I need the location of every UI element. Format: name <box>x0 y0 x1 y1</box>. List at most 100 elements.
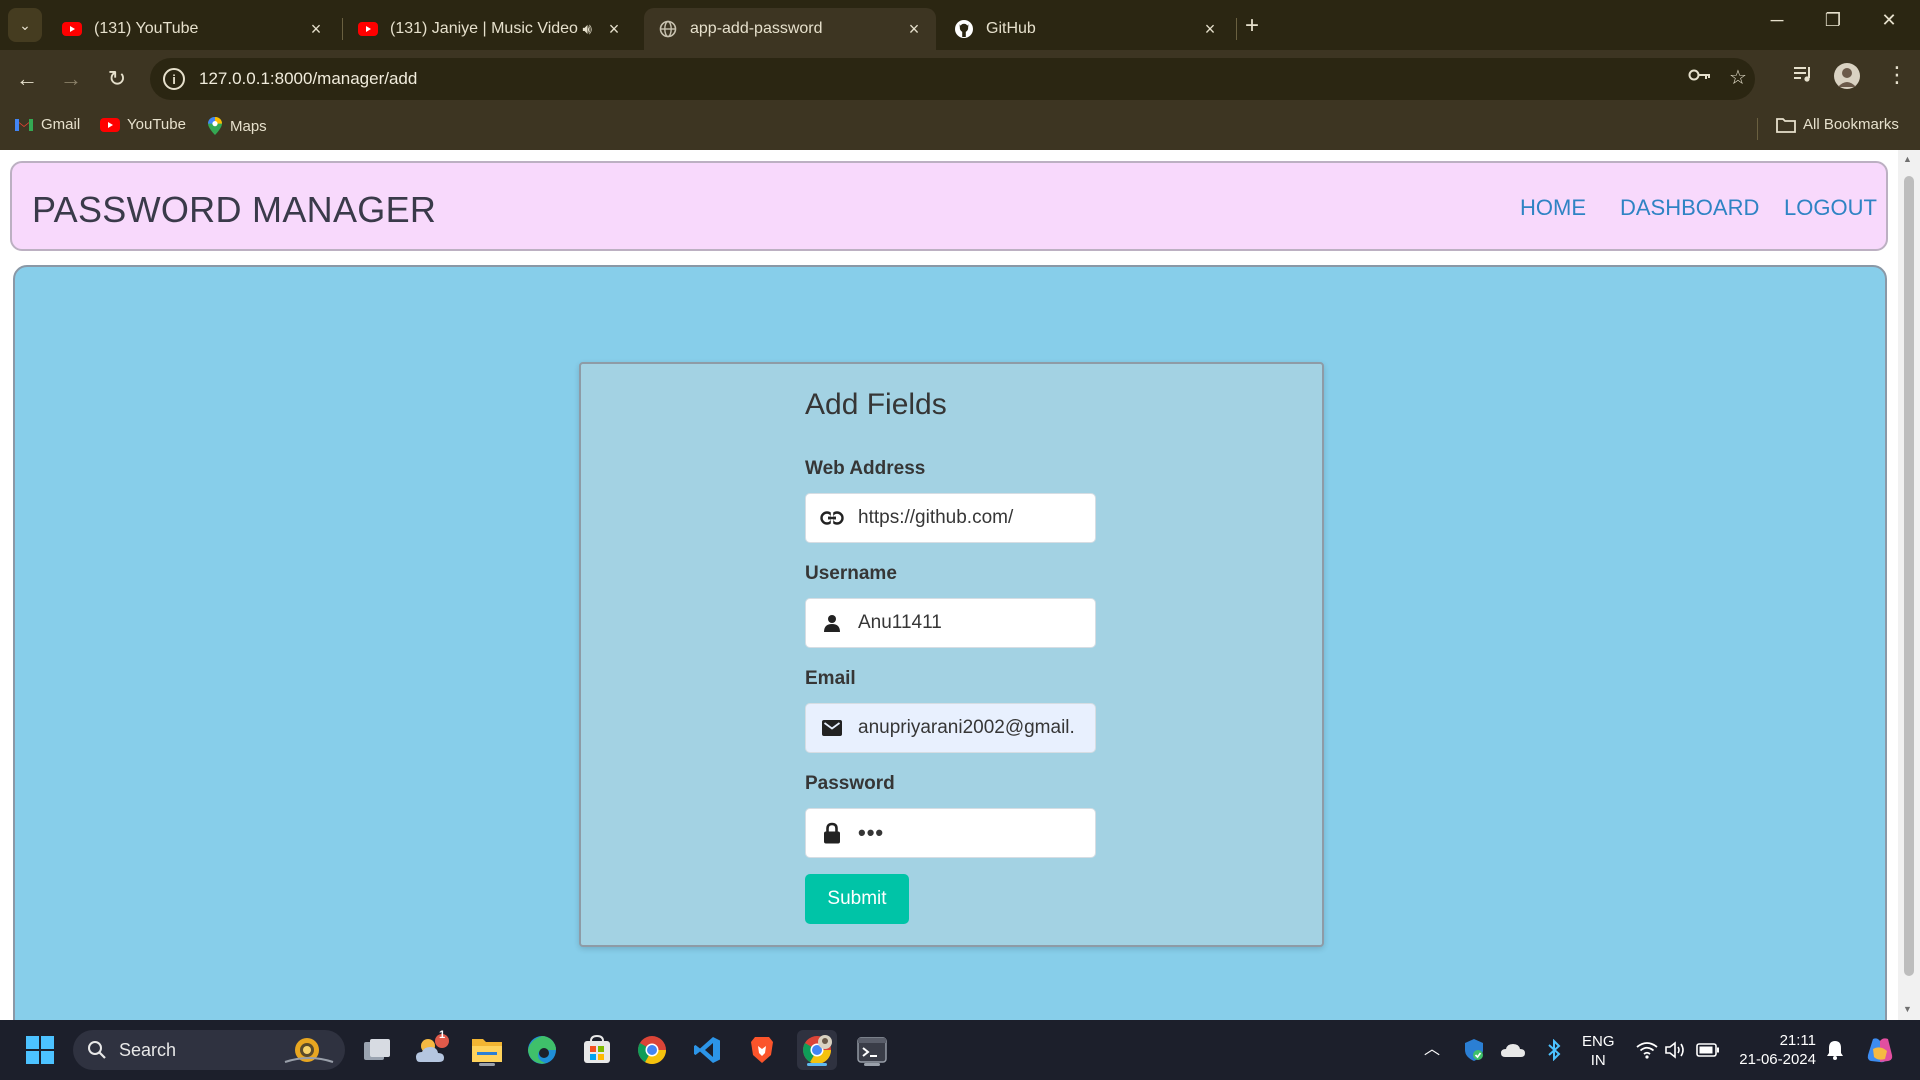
star-icon[interactable]: ☆ <box>1729 65 1747 90</box>
app-navbar: PASSWORD MANAGER HOME DASHBOARD LOGOUT <box>10 161 1888 251</box>
vscode-icon[interactable] <box>687 1030 727 1070</box>
speaker-icon[interactable]: 🔊︎ <box>583 21 592 38</box>
nav-logout-link[interactable]: LOGOUT <box>1784 195 1877 221</box>
address-bar[interactable]: i 127.0.0.1:8000/manager/add <box>150 58 1755 100</box>
all-bookmarks-label: All Bookmarks <box>1803 116 1899 133</box>
envelope-icon <box>806 703 858 753</box>
folder-icon <box>1776 117 1796 133</box>
tab-janiye[interactable]: (131) Janiye | Music Video | 🔊︎ × <box>344 8 636 50</box>
username-label: Username <box>805 563 897 584</box>
tab-github[interactable]: GitHub × <box>940 8 1232 50</box>
form-title: Add Fields <box>805 388 947 421</box>
tab-divider <box>1236 18 1237 40</box>
media-controls-icon[interactable] <box>1792 64 1814 90</box>
link-icon <box>806 493 858 543</box>
youtube-icon <box>62 21 82 37</box>
tab-divider <box>342 18 343 40</box>
taskbar-search-box[interactable]: Search <box>73 1030 345 1070</box>
nav-home-link[interactable]: HOME <box>1520 195 1586 221</box>
youtube-icon <box>100 117 120 132</box>
language-indicator[interactable]: ENG IN <box>1582 1032 1615 1070</box>
back-arrow-icon[interactable]: ← <box>12 64 42 94</box>
bookmark-maps[interactable]: Maps <box>207 116 267 136</box>
onedrive-cloud-icon[interactable] <box>1493 1030 1533 1070</box>
github-icon <box>954 20 974 38</box>
bookmark-label: Gmail <box>41 116 81 133</box>
battery-icon[interactable] <box>1688 1030 1728 1070</box>
scroll-down-arrow-icon[interactable]: ▼ <box>1903 1004 1912 1014</box>
chrome-icon[interactable] <box>632 1030 672 1070</box>
globe-icon <box>658 20 678 38</box>
bookmark-label: YouTube <box>127 116 186 133</box>
scroll-thumb[interactable] <box>1904 176 1914 976</box>
username-input[interactable]: Anu11411 <box>805 598 1096 648</box>
running-indicator <box>864 1063 880 1066</box>
address-url[interactable]: 127.0.0.1:8000/manager/add <box>199 69 417 89</box>
notification-bell-icon[interactable] <box>1815 1030 1855 1070</box>
close-icon[interactable]: × <box>904 19 924 40</box>
tab-title: app-add-password <box>690 20 823 37</box>
page-scrollbar[interactable]: ▲ ▼ <box>1898 150 1920 1020</box>
bluetooth-icon[interactable] <box>1534 1030 1574 1070</box>
chevron-up-icon[interactable]: ︿ <box>1424 1040 1440 1059</box>
forward-arrow-icon[interactable]: → <box>56 64 86 94</box>
key-icon[interactable] <box>1688 66 1712 89</box>
tab-title: (131) YouTube <box>94 20 199 37</box>
add-password-form: Add Fields Web Address https://github.co… <box>579 362 1324 947</box>
close-icon[interactable]: × <box>306 19 326 40</box>
all-bookmarks-button[interactable]: All Bookmarks <box>1776 116 1899 133</box>
window-close-icon[interactable]: ✕ <box>1874 10 1904 31</box>
nav-dashboard-link[interactable]: DASHBOARD <box>1620 195 1759 221</box>
close-icon[interactable]: × <box>1200 19 1220 40</box>
password-label: Password <box>805 773 895 794</box>
web-address-label: Web Address <box>805 458 926 479</box>
chrome-profile-icon[interactable] <box>797 1030 837 1070</box>
kebab-menu-icon[interactable]: ⋮ <box>1886 62 1908 88</box>
file-explorer-icon[interactable] <box>467 1030 507 1070</box>
terminal-icon[interactable] <box>852 1030 892 1070</box>
browser-toolbar: ← → ↻ i 127.0.0.1:8000/manager/add ☆ ⋮ <box>0 50 1920 108</box>
bookmark-youtube[interactable]: YouTube <box>100 116 186 133</box>
tab-youtube[interactable]: (131) YouTube × <box>48 8 338 50</box>
reload-icon[interactable]: ↻ <box>102 64 132 94</box>
tab-search-button[interactable]: ⌄ <box>8 8 42 42</box>
brave-browser-icon[interactable] <box>742 1030 782 1070</box>
password-input[interactable]: ••• <box>805 808 1096 858</box>
weather-widget-icon[interactable]: 1 <box>412 1029 452 1070</box>
web-address-value: https://github.com/ <box>858 507 1014 528</box>
email-input[interactable]: anupriyarani2002@gmail. <box>805 703 1096 753</box>
lock-icon <box>806 808 858 858</box>
scroll-up-arrow-icon[interactable]: ▲ <box>1903 154 1912 164</box>
security-shield-icon[interactable] <box>1454 1030 1494 1070</box>
clock[interactable]: 21:11 21-06-2024 <box>1734 1031 1816 1069</box>
copilot-icon[interactable] <box>1860 1030 1900 1070</box>
bookmark-label: Maps <box>230 117 267 135</box>
brand-title[interactable]: PASSWORD MANAGER <box>32 189 436 231</box>
minimize-icon[interactable]: ─ <box>1762 10 1792 31</box>
windows-taskbar: Search 1 ︿ ENG IN 21:11 21-06-2024 <box>0 1020 1920 1080</box>
site-info-icon[interactable]: i <box>163 68 185 90</box>
email-value: anupriyarani2002@gmail. <box>858 717 1075 738</box>
search-highlight-icon <box>283 1034 335 1066</box>
new-tab-plus-icon[interactable]: + <box>1245 12 1259 40</box>
username-value: Anu11411 <box>858 612 942 633</box>
maps-icon <box>207 116 223 136</box>
microsoft-store-icon[interactable] <box>577 1030 617 1070</box>
windows-start-icon[interactable] <box>20 1030 60 1070</box>
running-indicator <box>479 1063 495 1066</box>
task-view-icon[interactable] <box>357 1030 397 1070</box>
edge-browser-icon[interactable] <box>522 1030 562 1070</box>
bookmark-gmail[interactable]: Gmail <box>14 116 80 133</box>
tab-app-add-password[interactable]: app-add-password × <box>644 8 936 50</box>
tab-title: (131) Janiye | Music Video | <box>390 20 583 37</box>
close-icon[interactable]: × <box>604 19 624 40</box>
web-address-input[interactable]: https://github.com/ <box>805 493 1096 543</box>
taskbar-search-label: Search <box>119 1039 177 1060</box>
search-icon <box>87 1040 107 1060</box>
clock-date: 21-06-2024 <box>1739 1051 1816 1068</box>
weather-badge: 1 <box>439 1029 446 1041</box>
restore-icon[interactable]: ❐ <box>1818 10 1848 31</box>
profile-avatar[interactable] <box>1833 62 1861 96</box>
submit-button[interactable]: Submit <box>805 874 909 924</box>
web-page: PASSWORD MANAGER HOME DASHBOARD LOGOUT A… <box>0 150 1920 1020</box>
